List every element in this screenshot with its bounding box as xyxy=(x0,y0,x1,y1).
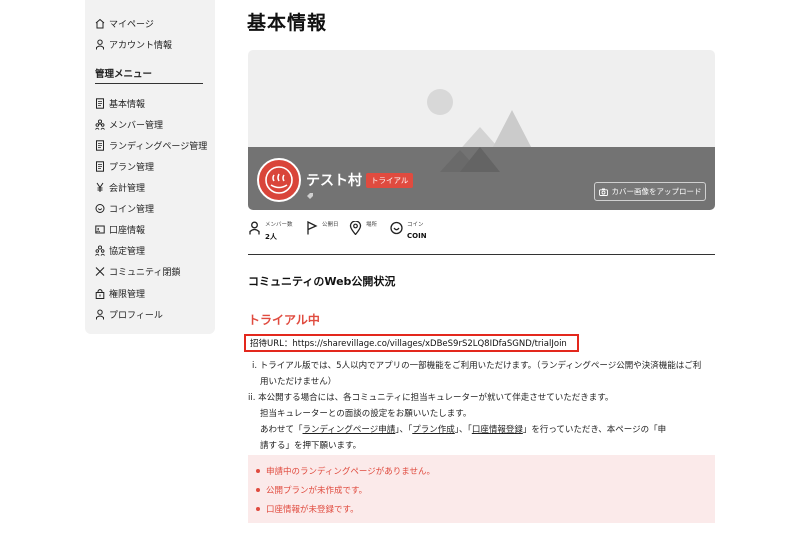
sidebar-item-coins[interactable]: コイン管理 xyxy=(95,202,154,215)
sidebar-item-label: ランディングページ管理 xyxy=(109,142,208,152)
members-icon xyxy=(95,119,105,130)
sidebar-item-members[interactable]: メンバー管理 xyxy=(95,118,163,131)
sidebar-item-label: 口座情報 xyxy=(109,226,146,236)
stat-value: 2人 xyxy=(265,233,277,241)
stat-coin: コイン COIN xyxy=(390,220,427,240)
sidebar: マイページ アカウント情報 管理メニュー 基本情報 メンバー管理 ランディングペ… xyxy=(85,0,215,334)
village-name: テスト村 xyxy=(306,173,362,189)
sidebar-item-plans[interactable]: プラン管理 xyxy=(95,160,154,173)
camera-icon xyxy=(598,188,608,196)
upload-cover-button[interactable]: カバー画像をアップロード xyxy=(594,182,706,201)
note-line: 用いただけません） xyxy=(260,377,337,387)
document-icon xyxy=(95,98,105,109)
stat-value: COIN xyxy=(407,232,427,240)
sidebar-item-landing-page[interactable]: ランディングページ管理 xyxy=(95,139,207,152)
section-title: コミュニティのWeb公開状況 xyxy=(248,275,396,288)
sidebar-item-label: アカウント情報 xyxy=(109,41,173,51)
yen-icon xyxy=(95,182,105,193)
status-title: トライアル中 xyxy=(248,313,320,327)
alert-item: 公開プランが未作成です。 xyxy=(256,484,367,496)
stats-row: メンバー数 2人 公開日 場所 コイン COIN xyxy=(248,220,548,248)
flag-icon xyxy=(305,220,318,239)
page-title: 基本情報 xyxy=(247,12,328,34)
bank-card-icon xyxy=(95,224,105,235)
link-landing-page-apply[interactable]: ランディングページ申請 xyxy=(303,425,396,435)
coin-icon xyxy=(95,203,105,214)
location-pin-icon xyxy=(349,220,362,239)
sidebar-item-label: 協定管理 xyxy=(109,247,146,257)
members-icon xyxy=(95,245,105,256)
member-icon xyxy=(248,220,261,239)
lock-icon xyxy=(95,288,105,299)
bullet-icon xyxy=(256,469,260,473)
sidebar-item-label: プロフィール xyxy=(109,311,163,321)
link-plan-create[interactable]: プラン作成 xyxy=(412,425,455,435)
stat-label: 公開日 xyxy=(322,222,339,228)
sidebar-item-label: コミュニティ閉鎖 xyxy=(109,268,181,278)
sidebar-item-label: コイン管理 xyxy=(109,205,155,215)
note-line: i. トライアル版では、5人以内でアプリの一部機能をご利用いただけます。（ランデ… xyxy=(252,361,702,371)
stat-label: コイン xyxy=(407,222,424,228)
stat-label: 場所 xyxy=(366,222,378,228)
sidebar-item-label: 会計管理 xyxy=(109,184,146,194)
link-bank-register[interactable]: 口座情報登録 xyxy=(472,425,523,435)
alert-text: 申請中のランディングページがありません。 xyxy=(266,467,435,477)
bullet-icon xyxy=(256,488,260,492)
tag-icon[interactable] xyxy=(306,192,314,200)
document-icon xyxy=(95,140,105,151)
sidebar-section-title: 管理メニュー xyxy=(95,69,153,80)
note-text: 」、「 xyxy=(454,425,472,435)
sidebar-item-label: メンバー管理 xyxy=(109,121,164,131)
onsen-icon xyxy=(265,166,293,194)
sidebar-item-bank-account[interactable]: 口座情報 xyxy=(95,223,145,236)
sidebar-item-agreements[interactable]: 協定管理 xyxy=(95,244,145,257)
sidebar-item-basic-info[interactable]: 基本情報 xyxy=(95,97,145,110)
user-icon xyxy=(95,309,105,320)
invite-url[interactable]: 招待URL：https://sharevillage.co/villages/x… xyxy=(244,334,579,352)
stat-label: メンバー数 xyxy=(265,222,293,228)
sidebar-item-label: プラン管理 xyxy=(109,163,155,173)
sidebar-item-accounting[interactable]: 会計管理 xyxy=(95,181,145,194)
alert-text: 口座情報が未登録です。 xyxy=(266,505,359,515)
stat-location: 場所 xyxy=(349,220,377,239)
note-text: 」を行っていただき、本ページの「申 xyxy=(522,425,667,435)
sidebar-divider xyxy=(95,83,203,84)
stat-members: メンバー数 2人 xyxy=(248,220,293,242)
sidebar-item-close-community[interactable]: コミュニティ閉鎖 xyxy=(95,265,180,278)
divider xyxy=(248,254,715,255)
upload-cover-label: カバー画像をアップロード xyxy=(611,187,702,196)
coin-icon xyxy=(390,220,403,239)
alert-box: 申請中のランディングページがありません。 公開プランが未作成です。 口座情報が未… xyxy=(248,455,715,523)
note-text: あわせて「 xyxy=(260,425,303,435)
alert-text: 公開プランが未作成です。 xyxy=(266,486,368,496)
sidebar-item-permissions[interactable]: 権限管理 xyxy=(95,287,145,300)
bullet-icon xyxy=(256,507,260,511)
alert-item: 申請中のランディングページがありません。 xyxy=(256,465,435,477)
sidebar-item-account[interactable]: アカウント情報 xyxy=(95,38,172,51)
alert-item: 口座情報が未登録です。 xyxy=(256,503,359,515)
note-line: 請する」を押下願います。 xyxy=(260,441,362,451)
sidebar-item-label: 基本情報 xyxy=(109,100,146,110)
note-line-links: あわせて「ランディングページ申請」、「プラン作成」、「口座情報登録」を行っていた… xyxy=(260,422,666,438)
sidebar-item-label: 権限管理 xyxy=(109,290,146,300)
note-text: 」、「 xyxy=(395,425,413,435)
trial-badge: トライアル xyxy=(366,173,414,188)
sidebar-item-profile[interactable]: プロフィール xyxy=(95,308,163,321)
sidebar-item-mypage[interactable]: マイページ xyxy=(95,17,154,30)
close-icon xyxy=(95,266,105,277)
home-icon xyxy=(95,18,105,29)
document-icon xyxy=(95,161,105,172)
sidebar-item-label: マイページ xyxy=(109,20,154,30)
avatar[interactable] xyxy=(257,158,301,202)
stat-opened: 公開日 xyxy=(305,220,339,239)
note-line: ii. 本公開する場合には、各コミュニティに担当キュレーターが就いて伴走させてい… xyxy=(248,393,614,403)
user-icon xyxy=(95,39,105,50)
note-line: 担当キュレーターとの面談の設定をお願いいたします。 xyxy=(260,409,472,419)
